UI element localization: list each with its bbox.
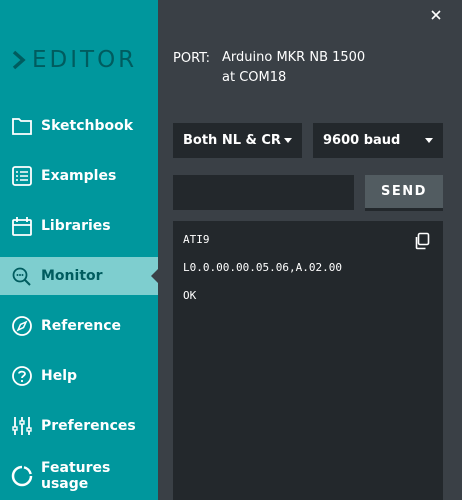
serial-output[interactable]: ATI9 L0.0.00.00.05.06,A.02.00 OK: [173, 221, 443, 500]
copy-icon[interactable]: [413, 232, 431, 250]
port-value-line2: at COM18: [222, 70, 287, 85]
output-line: L0.0.00.00.05.06,A.02.00: [183, 261, 342, 274]
output-line: OK: [183, 289, 197, 302]
sidebar-item-reference[interactable]: Reference: [0, 307, 158, 345]
sidebar-item-preferences[interactable]: Preferences: [0, 407, 158, 445]
output-line: ATI9: [183, 233, 210, 246]
monitor-panel: PORT: Arduino MKR NB 1500 at COM18 Both …: [158, 0, 462, 500]
sidebar-item-help[interactable]: Help: [0, 357, 158, 395]
sidebar-item-label: Help: [41, 368, 78, 384]
chevron-right-icon: [12, 50, 26, 70]
close-icon[interactable]: [428, 8, 444, 24]
port-value[interactable]: Arduino MKR NB 1500 at COM18: [222, 48, 365, 88]
baud-rate-select[interactable]: 9600 baud: [313, 123, 443, 158]
sidebar-item-label: Reference: [41, 318, 122, 334]
sidebar-item-sketchbook[interactable]: Sketchbook: [0, 107, 158, 145]
line-ending-value: Both NL & CR: [183, 133, 281, 148]
sidebar-item-label: Monitor: [41, 268, 103, 284]
baud-rate-value: 9600 baud: [323, 133, 401, 148]
folder-icon: [11, 115, 33, 137]
line-ending-select[interactable]: Both NL & CR: [173, 123, 302, 158]
list-icon: [11, 165, 33, 187]
monitor-search-icon: [11, 265, 33, 287]
chevron-down-icon: [425, 138, 433, 143]
library-icon: [11, 215, 33, 237]
sidebar-item-label: Features usage: [41, 460, 111, 492]
port-label: PORT:: [173, 51, 211, 66]
sidebar-item-label: Sketchbook: [41, 118, 134, 134]
sidebar-item-features-usage[interactable]: Features usage: [0, 457, 158, 495]
port-value-line1: Arduino MKR NB 1500: [222, 50, 366, 65]
sidebar: EDITOR Sketchbook Examples Libraries Mon…: [0, 0, 158, 500]
message-input[interactable]: [173, 175, 354, 210]
sidebar-item-label: Examples: [41, 168, 117, 184]
editor-logo: EDITOR: [12, 44, 137, 76]
compass-icon: [11, 315, 33, 337]
send-button[interactable]: SEND: [365, 175, 443, 211]
sidebar-item-monitor[interactable]: Monitor: [0, 257, 158, 295]
sidebar-item-libraries[interactable]: Libraries: [0, 207, 158, 245]
help-icon: [11, 365, 33, 387]
sidebar-item-label: Libraries: [41, 218, 111, 234]
sidebar-item-label: Preferences: [41, 418, 136, 434]
sidebar-item-examples[interactable]: Examples: [0, 157, 158, 195]
logo-text: EDITOR: [32, 47, 138, 73]
pie-icon: [11, 465, 33, 487]
chevron-down-icon: [284, 138, 292, 143]
sliders-icon: [11, 415, 33, 437]
